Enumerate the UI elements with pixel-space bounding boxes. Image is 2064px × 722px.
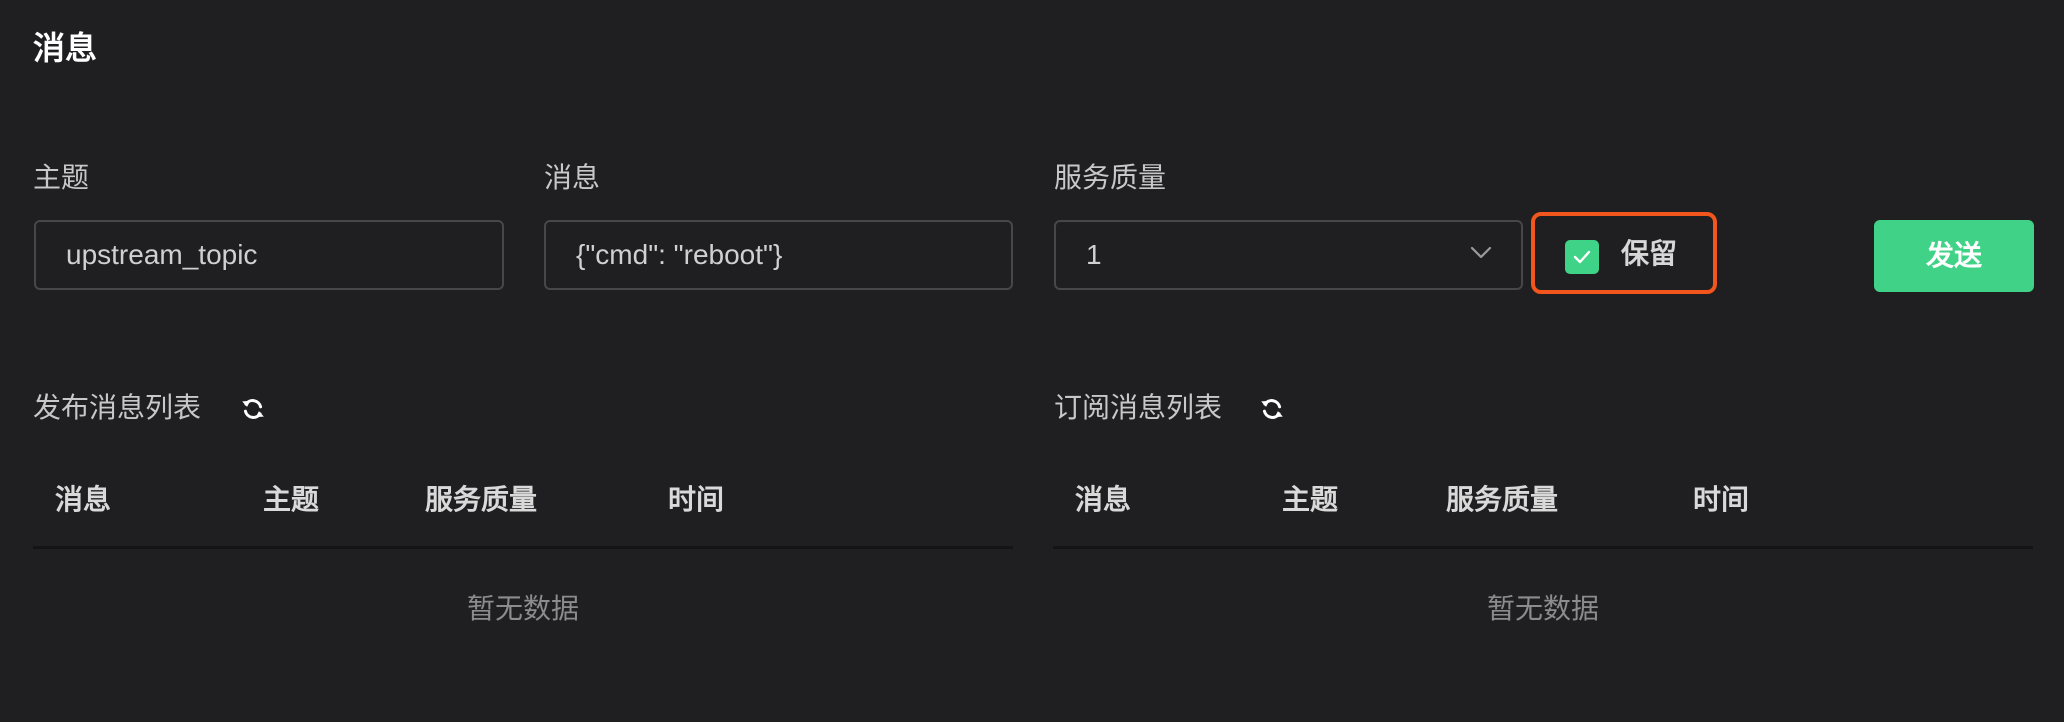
refresh-icon[interactable] [1259,396,1285,422]
check-icon [1573,250,1591,264]
qos-selected-value: 1 [1086,239,1102,270]
column-header-time: 时间 [1693,483,1750,516]
subscribed-empty-text: 暂无数据 [1486,592,1599,625]
column-header-message: 消息 [1075,483,1132,516]
qos-label: 服务质量 [1054,161,1167,194]
page-title: 消息 [33,29,98,67]
column-header-topic: 主题 [263,483,320,516]
topic-input[interactable] [34,220,504,290]
column-header-qos: 服务质量 [425,483,538,516]
published-table-header: 消息 主题 服务质量 时间 [33,480,1013,530]
subscribed-table-divider [1053,546,2033,549]
refresh-icon[interactable] [240,396,266,422]
published-table-divider [33,546,1013,549]
retain-label: 保留 [1621,237,1678,270]
qos-select[interactable]: 1 [1054,220,1523,290]
message-input[interactable] [544,220,1013,290]
chevron-down-icon [1470,246,1492,259]
column-header-time: 时间 [668,483,725,516]
subscribed-list-title: 订阅消息列表 [1054,391,1223,424]
subscribed-table-header: 消息 主题 服务质量 时间 [1053,480,2033,530]
retain-checkbox-group[interactable]: 保留 [1531,212,1717,294]
retain-checkbox[interactable] [1565,240,1599,274]
column-header-message: 消息 [55,483,112,516]
column-header-topic: 主题 [1282,483,1339,516]
column-header-qos: 服务质量 [1446,483,1559,516]
topic-label: 主题 [33,161,90,194]
message-label: 消息 [544,161,601,194]
send-button[interactable]: 发送 [1874,220,2034,292]
published-empty-text: 暂无数据 [466,592,579,625]
published-list-title: 发布消息列表 [33,391,202,424]
